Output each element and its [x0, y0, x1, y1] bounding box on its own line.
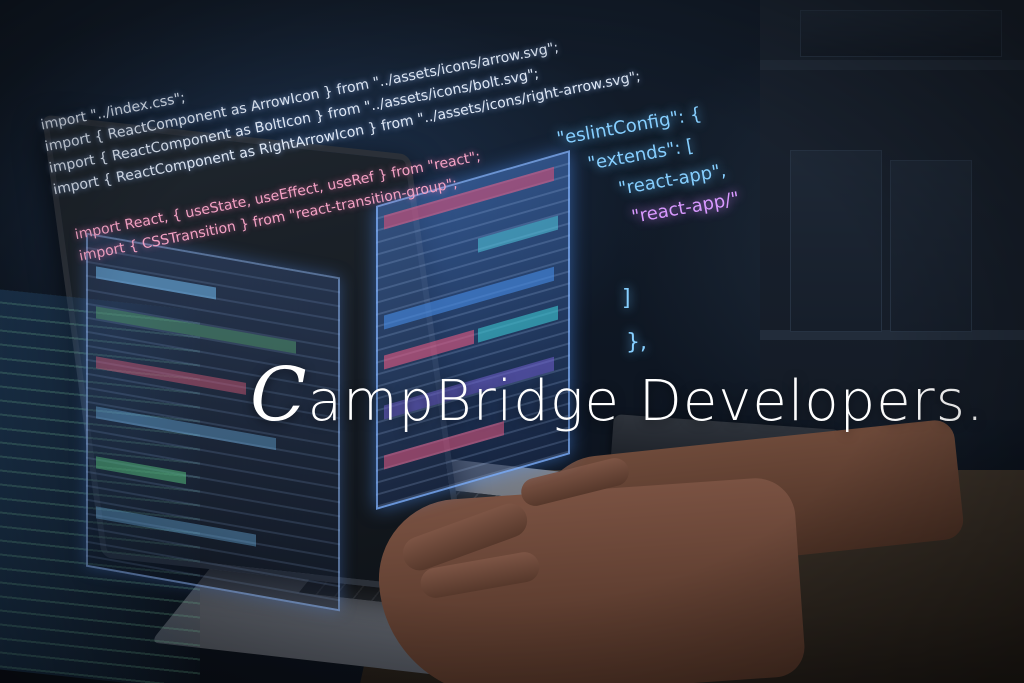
code-eslint-config: "eslintConfig": { "extends": [ "react-ap…	[555, 102, 743, 250]
shelf-box	[890, 160, 972, 332]
hero-photo: import "../index.css"; import { ReactCom…	[0, 0, 1024, 683]
brand-logo-text: CampBridge Developers.	[250, 352, 985, 438]
shelf-box	[790, 150, 882, 332]
shelf-box	[800, 10, 1002, 57]
shelf-board	[760, 60, 1024, 70]
brand-rest: ampBridge Developers.	[307, 369, 985, 434]
code-close-bracket: ]	[622, 286, 631, 311]
brand-initial: C	[250, 352, 308, 438]
